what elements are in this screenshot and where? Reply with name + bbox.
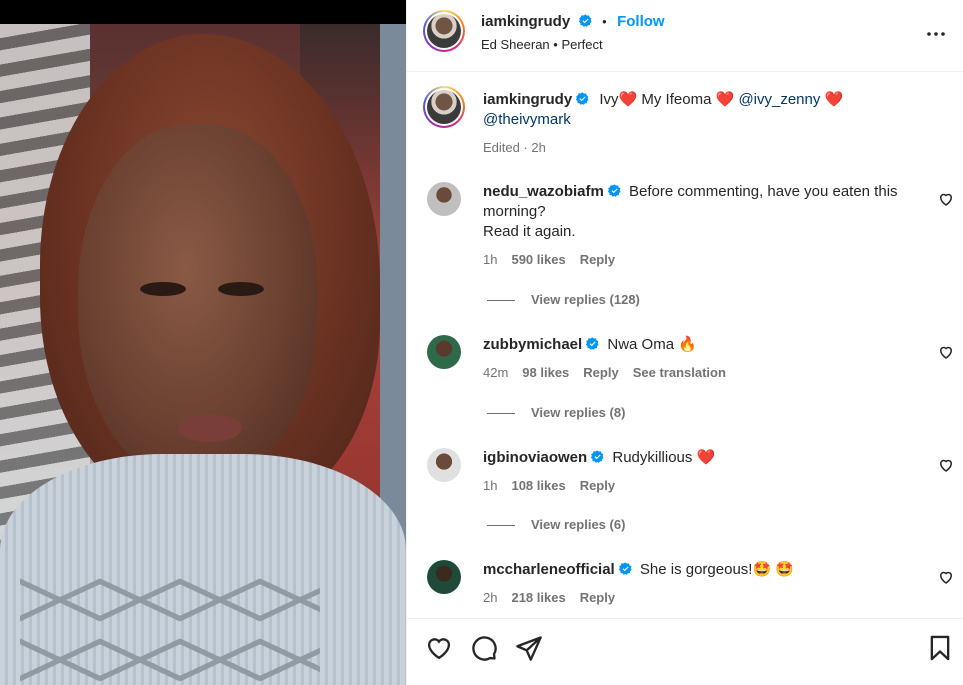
subject-face xyxy=(78,124,318,484)
post-media[interactable] xyxy=(0,0,406,685)
commenter-avatar[interactable] xyxy=(427,560,461,594)
commenter-avatar[interactable] xyxy=(427,335,461,369)
see-translation-button[interactable]: See translation xyxy=(633,365,726,380)
post-header: iamkingrudy • Follow Ed Sheeran • Perfec… xyxy=(407,0,963,72)
comment-time: 1h xyxy=(483,478,498,493)
mention-theivymark[interactable]: @theivymark xyxy=(483,111,571,128)
star-eyes-emoji: 🤩 xyxy=(775,561,795,578)
comment-time: 42m xyxy=(483,365,509,380)
comment: mccharleneofficial She is gorgeous!🤩 🤩 2… xyxy=(483,560,923,608)
author-avatar[interactable] xyxy=(423,10,465,52)
comment-likes[interactable]: 98 likes xyxy=(522,365,569,380)
comment-time: 2h xyxy=(483,590,498,605)
subject-lips xyxy=(178,414,242,442)
sweater-lacing xyxy=(20,569,320,685)
reply-button[interactable]: Reply xyxy=(583,365,618,380)
comment: zubbymichael Nwa Oma 🔥 42m 98 likes Reply S… xyxy=(483,335,923,383)
audio-track[interactable]: Ed Sheeran • Perfect xyxy=(481,37,603,52)
reply-button[interactable]: Reply xyxy=(580,478,615,493)
comment-likes[interactable]: 218 likes xyxy=(511,590,565,605)
caption-username[interactable]: iamkingrudy xyxy=(483,91,572,108)
comment-text: Nwa Oma xyxy=(607,336,675,353)
like-button[interactable] xyxy=(425,634,453,662)
caption: iamkingrudy Ivy❤️ My Ifeoma ❤️ @ivy_zenn… xyxy=(483,90,923,158)
commenter-avatar[interactable] xyxy=(427,448,461,482)
separator-dot: • xyxy=(602,14,607,29)
red-heart-emoji: ❤️ xyxy=(696,449,716,466)
view-replies-button[interactable]: View replies (6) xyxy=(487,517,625,532)
post-panel: iamkingrudy • Follow Ed Sheeran • Perfec… xyxy=(406,0,963,685)
caption-text-2: My Ifeoma xyxy=(637,91,716,108)
caption-text-1: Ivy xyxy=(599,91,619,108)
heart-outline-icon[interactable] xyxy=(937,456,955,474)
caption-avatar[interactable] xyxy=(423,86,465,128)
view-replies-button[interactable]: View replies (128) xyxy=(487,292,640,307)
more-options-icon[interactable] xyxy=(924,22,948,46)
heart-outline-icon[interactable] xyxy=(937,343,955,361)
post-photo xyxy=(0,24,406,685)
comment-username[interactable]: zubbymichael xyxy=(483,336,582,353)
share-icon[interactable] xyxy=(515,634,543,662)
comment: igbinoviaowen Rudykillious ❤️ 1h 108 like… xyxy=(483,448,923,496)
red-heart-emoji: ❤️ xyxy=(618,91,638,108)
verified-badge-icon xyxy=(591,450,604,463)
verified-badge-icon xyxy=(586,337,599,350)
reply-button[interactable]: Reply xyxy=(580,252,615,267)
subject-eye-right xyxy=(218,282,264,296)
comment-time: 1h xyxy=(483,252,498,267)
comment-text: Rudykillious xyxy=(612,449,693,466)
post-actions-bar xyxy=(407,618,963,685)
heart-outline-icon[interactable] xyxy=(937,568,955,586)
comment-text: She is gorgeous! xyxy=(639,561,753,578)
mention-ivy-zenny[interactable]: @ivy_zenny xyxy=(738,91,820,108)
comment-likes[interactable]: 108 likes xyxy=(511,478,565,493)
comment-text-line2: Read it again. xyxy=(483,223,576,240)
verified-badge-icon xyxy=(607,184,621,197)
fire-emoji: 🔥 xyxy=(678,336,697,353)
red-heart-emoji: ❤️ xyxy=(824,91,844,108)
comment-username[interactable]: mccharleneofficial xyxy=(483,561,615,578)
verified-badge-icon xyxy=(618,562,632,575)
bookmark-icon[interactable] xyxy=(926,634,954,662)
subject-eye-left xyxy=(140,282,186,296)
comment: nedu_wazobiafm Before commenting, have y… xyxy=(483,182,923,270)
red-heart-emoji: ❤️ xyxy=(715,91,735,108)
comment-username[interactable]: nedu_wazobiafm xyxy=(483,183,604,200)
verified-badge-icon xyxy=(578,14,592,27)
caption-avatar-image xyxy=(427,90,461,124)
follow-button[interactable]: Follow xyxy=(617,13,665,30)
star-eyes-emoji: 🤩 xyxy=(752,561,772,578)
comment-username[interactable]: igbinoviaowen xyxy=(483,449,587,466)
author-username[interactable]: iamkingrudy xyxy=(481,13,570,30)
reply-button[interactable]: Reply xyxy=(580,590,615,605)
heart-outline-icon[interactable] xyxy=(937,190,955,208)
verified-badge-icon xyxy=(576,92,589,105)
author-avatar-image xyxy=(427,14,461,48)
comment-likes[interactable]: 590 likes xyxy=(511,252,565,267)
caption-meta: Edited · 2h xyxy=(483,140,546,155)
comment-icon[interactable] xyxy=(470,634,498,662)
view-replies-button[interactable]: View replies (8) xyxy=(487,405,625,420)
commenter-avatar[interactable] xyxy=(427,182,461,216)
